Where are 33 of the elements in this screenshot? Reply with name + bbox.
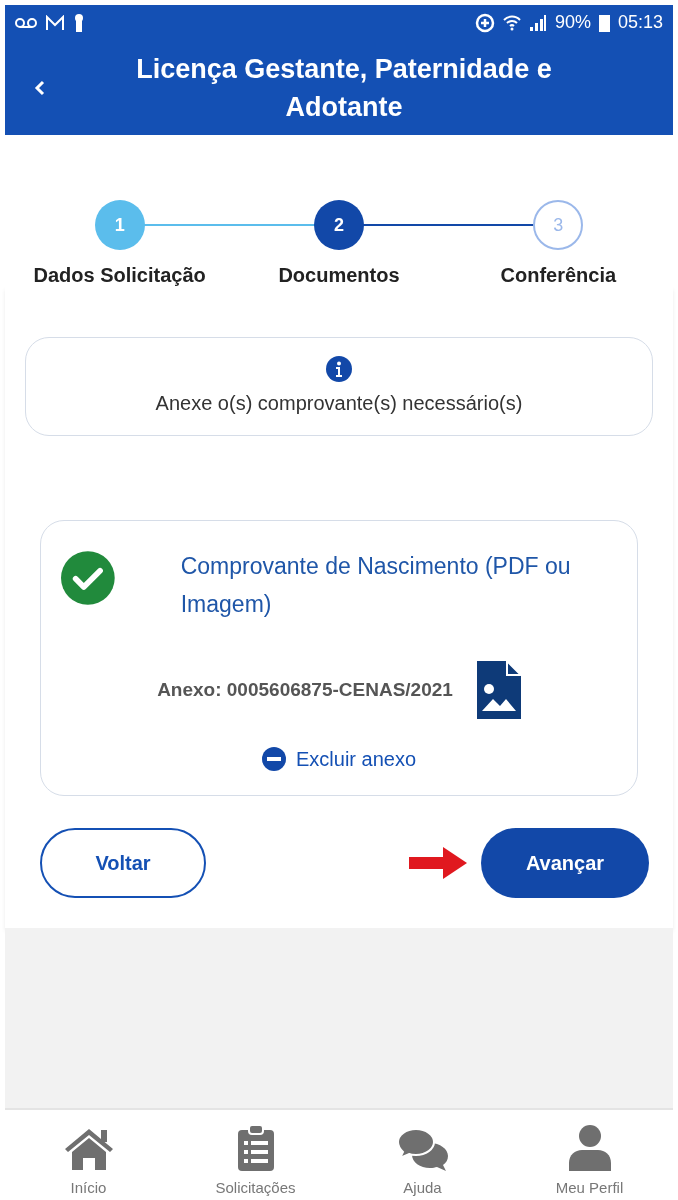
info-icon xyxy=(326,356,352,382)
chevron-left-icon xyxy=(34,78,46,97)
nav-tab[interactable]: Solicitações xyxy=(172,1110,339,1200)
nav-tab[interactable]: Meu Perfil xyxy=(506,1110,673,1200)
next-button[interactable]: Avançar xyxy=(481,828,649,898)
signal-icon xyxy=(528,13,547,32)
step-label: Documentos xyxy=(278,264,400,287)
mail-icon xyxy=(45,14,65,31)
info-message: Anexe o(s) comprovante(s) necessário(s) xyxy=(155,392,523,415)
document-title: Comprovante de Nascimento (PDF ou Imagem) xyxy=(180,552,572,619)
step-label: Dados Solicitação xyxy=(33,264,206,287)
image-file-icon[interactable] xyxy=(476,661,521,719)
wifi-icon xyxy=(502,13,521,32)
minus-circle-icon xyxy=(261,747,286,771)
battery-icon xyxy=(598,13,610,32)
sync-icon xyxy=(474,12,495,33)
nav-tab[interactable]: Ajuda xyxy=(339,1110,506,1200)
attachment-name: Anexo: 0005606875-CENAS/2021 xyxy=(157,679,453,701)
person-icon xyxy=(568,1125,611,1171)
keyhole-icon xyxy=(73,12,85,33)
voicemail-icon xyxy=(15,16,37,29)
battery-level: 90% xyxy=(554,12,591,33)
arrow-right-icon xyxy=(409,847,467,879)
screen-title: Licença Gestante, Paternidade e Adotante xyxy=(135,52,553,124)
back-button[interactable]: Voltar xyxy=(40,828,206,898)
clock-time: 05:13 xyxy=(617,12,663,33)
step-label: Conferência xyxy=(500,264,617,287)
remove-attachment-link[interactable]: Excluir anexo xyxy=(261,747,417,771)
step-circle: 3 xyxy=(533,200,584,250)
nav-tab[interactable]: Início xyxy=(5,1110,172,1200)
step-circle: 1 xyxy=(94,200,145,250)
clipboard-icon xyxy=(237,1125,274,1171)
step-circle: 2 xyxy=(314,200,364,250)
